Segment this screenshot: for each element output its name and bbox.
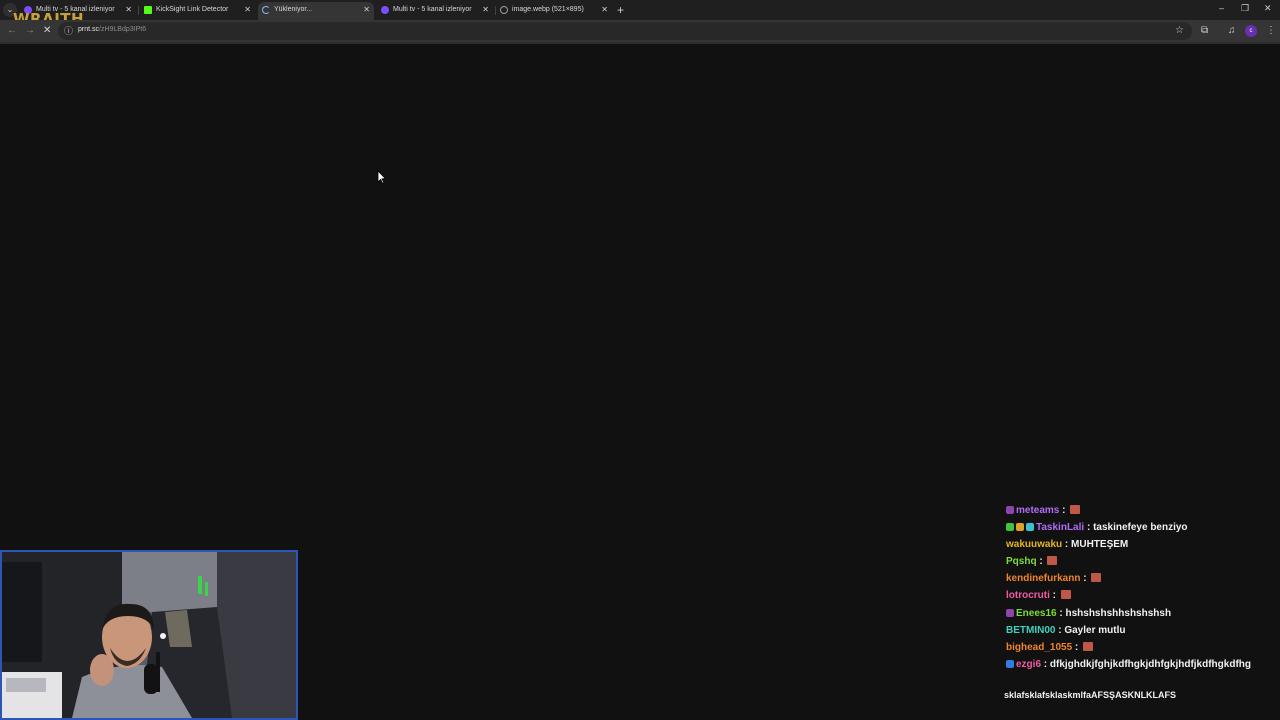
chat-message-text: MUHTEŞEM [1071, 539, 1129, 551]
chat-emote-icon [1083, 641, 1094, 651]
close-icon[interactable]: ✕ [482, 2, 489, 18]
chat-username: wakuuwaku [1006, 539, 1063, 551]
chat-message: TaskinLali : taskinefeye benziyo [1006, 519, 1276, 536]
tab-label: KickSight Link Detector [156, 6, 229, 13]
chat-badge-icon [1006, 523, 1014, 532]
chat-message-text: Gayler mutlu [1064, 624, 1126, 636]
close-icon[interactable]: ✕ [601, 2, 608, 18]
chat-emote-icon [1047, 556, 1058, 566]
webcam-image [2, 552, 296, 718]
chat-separator: : [1072, 641, 1082, 653]
chat-username: Pqshq [1006, 556, 1037, 568]
chat-message: Enees16 : hshshshshhshshshsh [1006, 605, 1276, 622]
chat-message: meteams : [1006, 502, 1276, 519]
loading-icon [262, 6, 270, 14]
webcam-overlay [0, 550, 298, 720]
tab-strip: ⌄ Multi tv - 5 kanal izleniyor ✕ KickSig… [0, 0, 1280, 20]
chat-separator: : [1062, 539, 1072, 551]
chat-emote-icon [1060, 590, 1071, 600]
forward-button[interactable]: → [25, 24, 35, 38]
chat-badge-icon [1006, 659, 1014, 668]
new-tab-button[interactable]: + [617, 2, 624, 18]
plus-icon: + [617, 3, 625, 17]
chat-username: BETMIN00 [1006, 624, 1056, 636]
chat-username: Enees16 [1016, 607, 1057, 619]
chat-username: meteams [1016, 505, 1060, 516]
chat-message-text: hshshshshhshshshsh [1065, 607, 1172, 619]
tab-label: Multi tv - 5 kanal izleniyor [393, 6, 472, 13]
bookmark-star-icon[interactable]: ☆ [1175, 24, 1184, 38]
chat-separator: : [1084, 522, 1094, 534]
more-menu-icon[interactable]: ⋮ [1266, 24, 1276, 38]
close-icon: ✕ [43, 25, 52, 36]
tab-label: Yükleniyor... [274, 6, 313, 13]
chat-separator: : [1049, 590, 1059, 602]
chat-message-text: taskinefeye benziyo [1093, 522, 1188, 534]
tab-separator [138, 6, 139, 15]
chat-separator: : [1036, 556, 1046, 568]
chat-message: ezgi6 : dfkjghdkjfghjkdfhgkjdhfgkjhdfjkd… [1006, 656, 1276, 673]
minimize-button[interactable]: – [1219, 3, 1224, 13]
kick-icon [144, 6, 152, 14]
profile-avatar[interactable]: c [1245, 25, 1257, 37]
chat-username: bighead_1055 [1006, 641, 1073, 653]
chat-badge-icon [1026, 523, 1034, 532]
tab-multitv-2[interactable]: Multi tv - 5 kanal izleniyor ✕ [377, 2, 493, 20]
stop-button[interactable]: ✕ [43, 24, 51, 38]
chat-overlay: meteams : TaskinLali : taskinefeye benzi… [1006, 502, 1276, 673]
close-icon[interactable]: ✕ [244, 2, 251, 18]
restore-button[interactable]: ❐ [1241, 3, 1249, 14]
close-icon[interactable]: ✕ [125, 2, 132, 18]
globe-icon [500, 6, 508, 14]
chat-message-text: dfkjghdkjfghjkdfhgkjdhfgkjhdfjkdfhgkdfhg [1049, 658, 1251, 670]
arrow-left-icon: ← [7, 25, 17, 36]
arrow-right-icon: → [25, 25, 35, 36]
site-info-icon[interactable]: ⓘ [64, 24, 73, 37]
url-path: /zH9LBdp3IPt6 [99, 26, 147, 33]
back-button[interactable]: ← [7, 24, 17, 38]
chat-badge-icon [1006, 506, 1014, 514]
tab-kicksight[interactable]: KickSight Link Detector ✕ [140, 2, 255, 20]
media-control-icon[interactable]: ♫ [1228, 24, 1236, 38]
chat-separator: : [1041, 658, 1050, 670]
extensions-icon[interactable]: ⧉ [1201, 24, 1208, 38]
close-icon[interactable]: ✕ [363, 2, 370, 18]
tab-label: image.webp (521×895) [512, 6, 584, 13]
chat-message: bighead_1055 : [1006, 639, 1276, 656]
chat-separator: : [1059, 505, 1069, 516]
tab-image[interactable]: image.webp (521×895) ✕ [496, 2, 612, 20]
chat-emote-icon [1070, 505, 1081, 514]
chat-separator: : [1080, 573, 1090, 585]
chat-badge-icon [1006, 608, 1014, 617]
tab-loading[interactable]: Yükleniyor... ✕ [258, 2, 374, 20]
url-host: prnt.sc [78, 26, 100, 33]
multitv-icon [381, 6, 389, 14]
mouse-cursor-icon [377, 170, 387, 184]
chat-message: wakuuwaku : MUHTEŞEM [1006, 536, 1276, 553]
chat-input-preview: sklafsklafsklaskmlfaAFSŞASKNLKLAFS [1004, 690, 1177, 700]
chat-username: ezgi6 [1016, 658, 1042, 670]
chat-badge-icon [1016, 523, 1024, 532]
chat-message: lotrocruti : [1006, 587, 1276, 604]
minimize-icon: – [1219, 3, 1225, 13]
url-text[interactable]: prnt.sc/zH9LBdp3IPt6 [78, 26, 146, 33]
browser-toolbar: ← → ✕ ⓘ prnt.sc/zH9LBdp3IPt6 ☆ ⧉ ♫ c ⋮ [0, 20, 1280, 42]
chat-separator: : [1055, 624, 1065, 636]
close-window-button[interactable]: ✕ [1264, 3, 1272, 14]
chat-username: kendinefurkann [1006, 573, 1081, 585]
chat-message: Pqshq : [1006, 553, 1276, 570]
chat-username: TaskinLali [1036, 522, 1085, 534]
chat-username: lotrocruti [1006, 590, 1050, 602]
close-icon: ✕ [1264, 3, 1272, 13]
chat-emote-icon [1091, 573, 1102, 583]
address-bar[interactable]: ⓘ prnt.sc/zH9LBdp3IPt6 ☆ [58, 22, 1192, 40]
chat-message: BETMIN00 : Gayler mutlu [1006, 622, 1276, 639]
chat-message: kendinefurkann : [1006, 570, 1276, 587]
restore-icon: ❐ [1241, 3, 1250, 13]
